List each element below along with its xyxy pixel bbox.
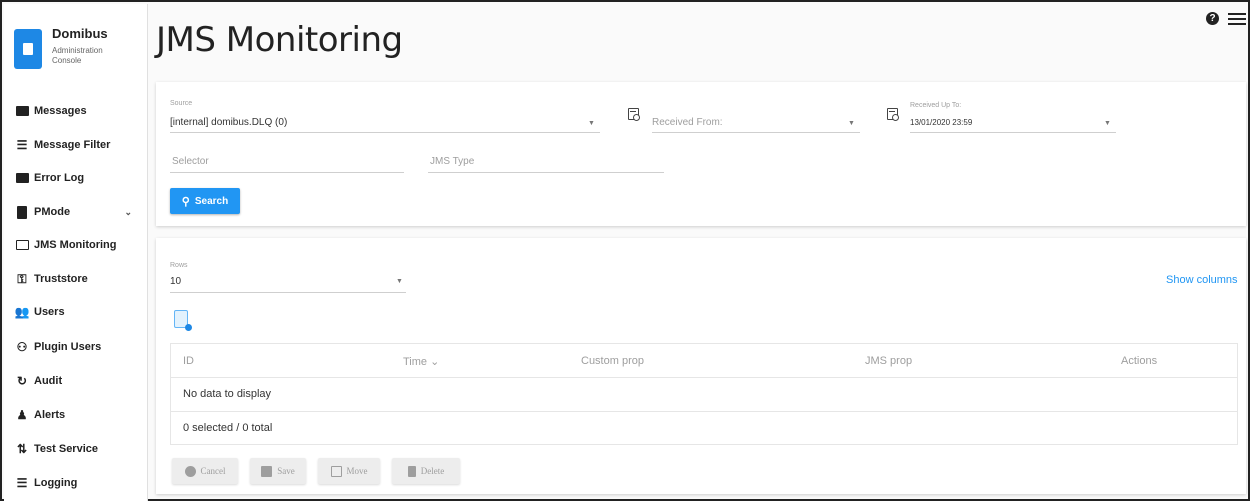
sidebar-item-label: JMS Monitoring xyxy=(34,239,117,251)
error-log-icon xyxy=(14,171,30,185)
sidebar-item-plugin-users[interactable]: ⚇ Plugin Users xyxy=(14,336,142,358)
sidebar-item-label: Audit xyxy=(34,375,63,387)
rows-underline xyxy=(170,292,406,293)
move-button[interactable]: Move xyxy=(318,458,380,484)
selection-count: 0 selected / 0 total xyxy=(183,422,273,434)
received-up-to-label: Received Up To: xyxy=(910,102,962,109)
sidebar-item-label: Message Filter xyxy=(34,139,111,151)
sidebar-item-messages[interactable]: Messages xyxy=(14,100,142,122)
source-label: Source xyxy=(170,100,193,107)
message-icon xyxy=(14,104,30,118)
filter-card: Source [internal] domibus.DLQ (0) ▼ Rece… xyxy=(156,82,1246,226)
sidebar-item-label: Users xyxy=(34,306,65,318)
column-header-jms-prop[interactable]: JMS prop xyxy=(865,355,912,367)
page-title: JMS Monitoring xyxy=(156,20,403,60)
selector-input[interactable]: Selector xyxy=(172,156,209,167)
help-icon[interactable]: ? xyxy=(1206,12,1219,25)
sidebar-item-label: Logging xyxy=(34,477,78,489)
chevron-down-icon[interactable]: ▼ xyxy=(588,120,595,127)
calendar-icon[interactable] xyxy=(887,108,899,121)
delete-button-label: Delete xyxy=(420,466,445,476)
sidebar-item-label: Truststore xyxy=(34,273,88,285)
column-header-id[interactable]: ID xyxy=(183,355,194,367)
jms-type-input[interactable]: JMS Type xyxy=(430,156,474,167)
sidebar-item-label: Messages xyxy=(34,105,87,117)
move-icon xyxy=(330,465,342,477)
results-card: Rows 10 ▼ Show columns ID Time ⌄ Custom … xyxy=(156,238,1246,494)
sidebar-item-message-filter[interactable]: ☰ Message Filter xyxy=(14,134,142,156)
sidebar-item-label: Error Log xyxy=(34,172,85,184)
users-icon: 👥 xyxy=(14,305,30,319)
sidebar-item-logging[interactable]: ☰ Logging xyxy=(14,472,142,494)
sidebar-item-label: Alerts xyxy=(34,409,66,421)
search-button[interactable]: ⚲ Search xyxy=(170,188,240,214)
domibus-logo-icon xyxy=(14,29,42,69)
search-icon: ⚲ xyxy=(181,195,190,208)
jms-type-underline xyxy=(428,172,664,173)
search-button-label: Search xyxy=(194,195,229,207)
chevron-down-icon[interactable]: ▼ xyxy=(848,120,855,127)
sidebar-item-label: Test Service xyxy=(34,443,99,455)
sidebar-item-audit[interactable]: ↻ Audit xyxy=(14,370,142,392)
cancel-icon xyxy=(184,465,196,477)
monitor-icon xyxy=(14,238,30,252)
received-from-input[interactable]: Received From: xyxy=(652,117,723,128)
menu-icon[interactable] xyxy=(1228,10,1246,26)
plugin-users-icon: ⚇ xyxy=(16,340,28,354)
chevron-down-icon[interactable]: ▼ xyxy=(1104,120,1111,127)
table-footer: 0 selected / 0 total xyxy=(171,412,1237,445)
audit-icon: ↻ xyxy=(16,374,28,388)
column-header-actions: Actions xyxy=(1121,355,1158,367)
key-icon: ⚿ xyxy=(17,271,27,286)
chevron-down-icon[interactable]: ▼ xyxy=(396,278,403,285)
sidebar-item-test-service[interactable]: ⇅ Test Service xyxy=(14,438,142,460)
app-title: Domibus xyxy=(52,26,108,41)
sidebar-item-pmode[interactable]: PMode ⌄ xyxy=(14,201,142,223)
sidebar-item-error-log[interactable]: Error Log xyxy=(14,167,142,189)
filter-icon: ☰ xyxy=(16,138,28,152)
csv-export-icon[interactable] xyxy=(174,310,192,331)
sidebar-item-alerts[interactable]: ♟ Alerts xyxy=(14,404,142,426)
show-columns-link[interactable]: Show columns xyxy=(1166,274,1238,286)
sidebar-item-jms-monitoring[interactable]: JMS Monitoring xyxy=(14,234,142,256)
app-subtitle: Administration Console xyxy=(52,46,103,65)
empty-message: No data to display xyxy=(183,388,272,400)
cancel-button[interactable]: Cancel xyxy=(172,458,238,484)
table-header: ID Time ⌄ Custom prop JMS prop Actions xyxy=(171,344,1237,378)
received-up-to-input[interactable]: 13/01/2020 23:59 xyxy=(910,118,972,127)
sidebar-item-label: Plugin Users xyxy=(34,341,102,353)
selector-underline xyxy=(170,172,404,173)
save-icon xyxy=(261,465,273,477)
app-frame: Domibus Administration Console Messages … xyxy=(0,0,1250,501)
list-icon: ☰ xyxy=(16,476,28,490)
rows-select[interactable]: 10 xyxy=(170,276,181,287)
sidebar: Domibus Administration Console Messages … xyxy=(4,4,148,501)
delete-button[interactable]: Delete xyxy=(392,458,460,484)
column-header-time[interactable]: Time ⌄ xyxy=(403,355,439,368)
source-underline xyxy=(170,132,600,133)
table-empty-row: No data to display xyxy=(171,378,1237,412)
swap-icon: ⇅ xyxy=(16,442,28,456)
document-icon xyxy=(14,205,30,219)
sidebar-item-users[interactable]: 👥 Users xyxy=(14,301,142,323)
rows-label: Rows xyxy=(170,262,188,269)
calendar-icon[interactable] xyxy=(628,108,640,121)
received-up-to-underline xyxy=(910,132,1116,133)
chevron-down-icon: ⌄ xyxy=(124,206,132,217)
received-from-underline xyxy=(652,132,860,133)
messages-table: ID Time ⌄ Custom prop JMS prop Actions N… xyxy=(170,343,1238,445)
cancel-button-label: Cancel xyxy=(200,466,226,476)
sidebar-item-label: PMode xyxy=(34,206,71,218)
bell-icon: ♟ xyxy=(16,408,28,422)
trash-icon xyxy=(407,465,416,477)
save-button-label: Save xyxy=(277,466,295,476)
app-logo[interactable]: Domibus Administration Console xyxy=(14,26,134,76)
column-header-custom-prop[interactable]: Custom prop xyxy=(581,355,644,367)
save-button[interactable]: Save xyxy=(250,458,306,484)
source-select[interactable]: [internal] domibus.DLQ (0) xyxy=(170,117,287,128)
move-button-label: Move xyxy=(346,466,368,476)
sidebar-item-truststore[interactable]: ⚿ Truststore xyxy=(14,268,142,290)
